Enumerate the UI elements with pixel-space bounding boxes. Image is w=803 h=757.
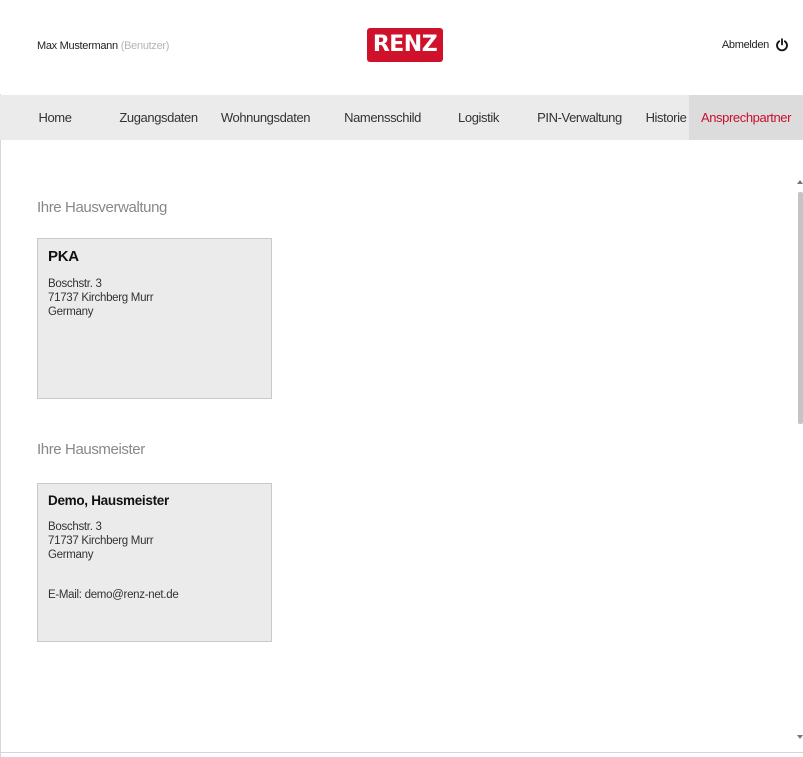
user-info: Max Mustermann (Benutzer): [37, 40, 169, 52]
email-label: E-Mail:: [48, 589, 82, 601]
address-street: Boschstr. 3: [48, 521, 102, 533]
caretaker-heading: Ihre Hausmeister: [37, 441, 145, 458]
power-icon: [776, 38, 788, 52]
user-role: (Benutzer): [120, 40, 170, 52]
nav-item-historie[interactable]: Historie: [643, 95, 689, 140]
address-city: 71737 Kirchberg Murr: [48, 292, 154, 304]
address-country: Germany: [48, 549, 94, 561]
property-management-card: PKA Boschstr. 3 71737 Kirchberg Murr Ger…: [37, 238, 272, 399]
main-nav: Home Zugangsdaten Wohnungsdaten Namenssc…: [0, 95, 803, 140]
nav-item-logistik[interactable]: Logistik: [441, 95, 516, 140]
contact-address: Boschstr. 3 71737 Kirchberg Murr Germany: [48, 520, 261, 562]
scroll-down-arrow[interactable]: [797, 735, 803, 739]
nav-item-zugangsdaten[interactable]: Zugangsdaten: [110, 95, 207, 140]
contact-address: Boschstr. 3 71737 Kirchberg Murr Germany: [48, 277, 261, 319]
user-name: Max Mustermann: [37, 40, 118, 52]
email-link[interactable]: demo@renz-net.de: [85, 589, 179, 601]
logout-button[interactable]: Abmelden: [722, 38, 789, 52]
nav-item-home[interactable]: Home: [0, 95, 110, 140]
contact-name: Demo, Hausmeister: [48, 493, 169, 508]
nav-item-wohnungsdaten[interactable]: Wohnungsdaten: [207, 95, 324, 140]
scroll-up-arrow[interactable]: [797, 180, 803, 184]
caretaker-card: Demo, Hausmeister Boschstr. 3 71737 Kirc…: [37, 483, 272, 642]
top-bar: Max Mustermann (Benutzer) RENZ Abmelden: [0, 0, 803, 94]
renz-logo[interactable]: RENZ: [367, 28, 443, 62]
contact-email: E-Mail: demo@renz-net.de: [48, 589, 261, 601]
address-city: 71737 Kirchberg Murr: [48, 535, 154, 547]
scrollbar-thumb[interactable]: [798, 192, 803, 424]
bottom-divider: [0, 752, 803, 753]
nav-item-pin-verwaltung[interactable]: PIN-Verwaltung: [516, 95, 643, 140]
property-management-heading: Ihre Hausverwaltung: [37, 199, 167, 216]
address-country: Germany: [48, 306, 94, 318]
contact-name: PKA: [48, 248, 79, 265]
logo-text: RENZ: [372, 32, 438, 57]
nav-item-namensschild[interactable]: Namensschild: [324, 95, 441, 140]
logout-label: Abmelden: [721, 39, 769, 51]
address-street: Boschstr. 3: [48, 278, 102, 290]
nav-item-ansprechpartner[interactable]: Ansprechpartner: [689, 95, 803, 140]
